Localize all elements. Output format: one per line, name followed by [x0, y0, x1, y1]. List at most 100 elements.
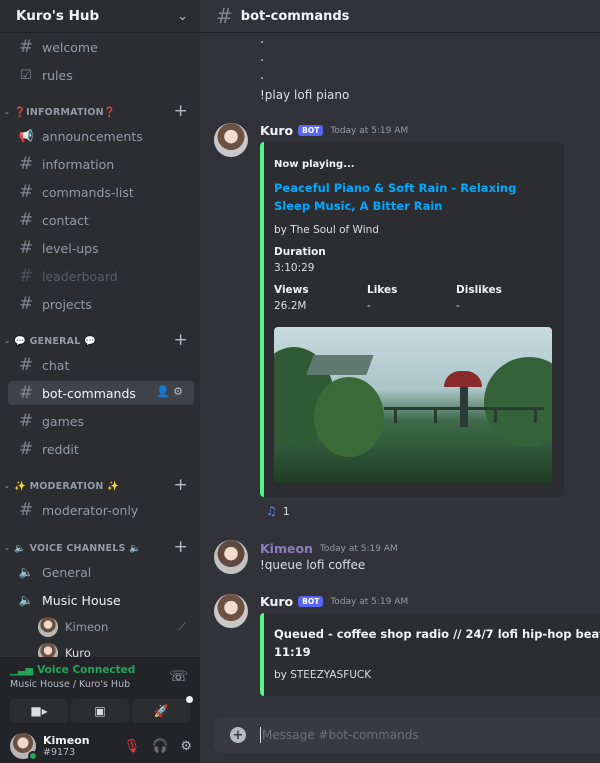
speaker-icon: 🔈	[18, 593, 34, 607]
channel-games[interactable]: # games	[8, 409, 194, 433]
message-author[interactable]: Kimeon	[260, 541, 313, 556]
hash-icon: #	[18, 210, 34, 230]
music-notes-icon: ♫	[266, 504, 277, 518]
message-author[interactable]: Kuro	[260, 594, 293, 609]
megaphone-icon: 📢	[18, 129, 34, 143]
field-duration-value: 3:10:29	[274, 262, 315, 274]
add-channel-icon[interactable]: +	[174, 475, 188, 495]
chevron-down-icon: ⌄	[4, 337, 11, 345]
embed-title-link[interactable]: Peaceful Piano & Soft Rain - Relaxing Sl…	[274, 179, 544, 215]
message-text: .	[260, 68, 265, 83]
user-controls: 🎙 🎧 ⚙	[124, 739, 192, 754]
message-author[interactable]: Kuro	[260, 123, 293, 138]
channel-leaderboard[interactable]: # leaderboard	[8, 264, 194, 288]
timestamp: Today at 5:19 AM	[330, 125, 409, 136]
avatar[interactable]	[10, 733, 38, 761]
hash-icon: #	[18, 294, 34, 314]
add-channel-icon[interactable]: +	[174, 330, 188, 350]
avatar	[38, 617, 58, 637]
activities-button[interactable]: 🚀	[132, 699, 190, 723]
embed-duration: 11:19	[274, 645, 311, 659]
reaction-music[interactable]: ♫ 1	[260, 500, 296, 522]
field-views-value: 26.2M	[274, 300, 307, 312]
voice-status[interactable]: ▁▃▅ Voice Connected	[10, 664, 135, 676]
field-likes-label: Likes	[367, 284, 398, 296]
timestamp: Today at 5:19 AM	[330, 596, 409, 607]
signal-icon: ▁▃▅	[10, 664, 34, 676]
voice-user-kuro[interactable]: Kuro	[38, 641, 194, 657]
channel-header: # bot-commands	[200, 0, 600, 33]
message-input[interactable]	[262, 728, 562, 742]
voice-channel-general[interactable]: 🔈 General	[8, 560, 194, 584]
screen-share-button[interactable]: ▣	[71, 699, 129, 723]
add-channel-icon[interactable]: +	[174, 101, 188, 121]
online-status-icon	[28, 751, 38, 761]
chevron-down-icon: ⌄	[4, 544, 11, 552]
now-playing-embed: Now playing... Peaceful Piano & Soft Rai…	[260, 142, 564, 497]
message-text: .	[260, 50, 265, 65]
channel-announcements[interactable]: 📢 announcements	[8, 124, 194, 148]
rocket-icon: 🚀	[153, 704, 169, 718]
hash-icon: #	[18, 154, 34, 174]
user-info[interactable]: Kimeon #9173	[43, 734, 90, 759]
mic-muted-icon[interactable]: 🎙	[124, 739, 141, 754]
user-panel: Kimeon #9173 🎙 🎧 ⚙	[0, 729, 200, 763]
channel-information[interactable]: # information	[8, 152, 194, 176]
channel-chat[interactable]: # chat	[8, 353, 194, 377]
username: Kimeon	[43, 733, 90, 747]
channel-contact[interactable]: # contact	[8, 208, 194, 232]
field-views-label: Views	[274, 284, 309, 296]
embed-author: by STEEZYASFUCK	[274, 669, 372, 681]
gear-icon[interactable]: ⚙	[173, 385, 186, 398]
channel-reddit[interactable]: # reddit	[8, 437, 194, 461]
disconnect-icon[interactable]: ☏	[169, 667, 188, 685]
hash-icon: #	[216, 4, 233, 28]
reaction-count: 1	[282, 504, 290, 518]
hash-icon: #	[18, 182, 34, 202]
camera-button[interactable]: ■▸	[10, 699, 68, 723]
invite-icon[interactable]: 👤	[156, 385, 173, 398]
voice-connected-panel: ▁▃▅ Voice Connected Music House / Kuro's…	[0, 657, 200, 729]
camera-icon: ■▸	[30, 704, 48, 718]
chevron-down-icon: ⌄	[4, 108, 11, 116]
embed-title: Queued - coffee shop radio // 24/7 lofi …	[274, 627, 600, 641]
category-information[interactable]: ⌄ ❓INFORMATION❓ +	[4, 101, 196, 121]
add-channel-icon[interactable]: +	[174, 537, 188, 557]
hash-icon: #	[18, 238, 34, 258]
channel-rules[interactable]: ☑ rules	[8, 63, 194, 87]
field-likes-value: -	[367, 300, 371, 312]
channel-commands-list[interactable]: # commands-list	[8, 180, 194, 204]
message-text: !play lofi piano	[260, 88, 350, 102]
category-moderation[interactable]: ⌄ ✨ MODERATION ✨ +	[4, 475, 196, 495]
headphones-icon[interactable]: 🎧	[152, 739, 168, 754]
hash-icon: #	[18, 383, 34, 403]
category-general[interactable]: ⌄ 💬 GENERAL 💬 +	[4, 330, 196, 350]
server-header[interactable]: Kuro's Hub ⌄	[0, 0, 200, 33]
channel-welcome[interactable]: # welcome	[8, 35, 194, 59]
chevron-down-icon[interactable]: ⌄	[177, 9, 188, 24]
gear-icon[interactable]: ⚙	[180, 739, 192, 754]
category-voice-channels[interactable]: ⌄ 🔈 VOICE CHANNELS 🔈 +	[4, 537, 196, 557]
channel-bot-commands[interactable]: # bot-commands 👤⚙	[8, 381, 194, 405]
timestamp: Today at 5:19 AM	[319, 543, 398, 554]
channel-level-ups[interactable]: # level-ups	[8, 236, 194, 260]
avatar[interactable]	[214, 540, 248, 574]
embed-heading: Now playing...	[274, 159, 355, 170]
video-thumbnail[interactable]	[274, 327, 552, 483]
channel-projects[interactable]: # projects	[8, 292, 194, 316]
message-composer: +	[214, 717, 600, 753]
channel-moderator-only[interactable]: # moderator-only	[8, 498, 194, 522]
plus-icon[interactable]: +	[230, 727, 246, 743]
bot-badge: BOT	[298, 125, 324, 136]
message-header: Kuro BOT Today at 5:19 AM	[260, 123, 408, 138]
notification-dot	[186, 696, 193, 703]
locked-hash-icon: #	[18, 500, 34, 520]
message-list: . . . !play lofi piano Kuro BOT Today at…	[200, 33, 600, 711]
avatar[interactable]	[214, 123, 248, 157]
voice-user-kimeon[interactable]: Kimeon ⟋	[38, 615, 194, 639]
message-header: Kimeon Today at 5:19 AM	[260, 541, 398, 556]
avatar[interactable]	[214, 594, 248, 628]
voice-channel-music-house[interactable]: 🔈 Music House	[8, 588, 194, 612]
channel-tools: 👤⚙	[156, 385, 186, 398]
voice-location[interactable]: Music House / Kuro's Hub	[10, 679, 130, 690]
